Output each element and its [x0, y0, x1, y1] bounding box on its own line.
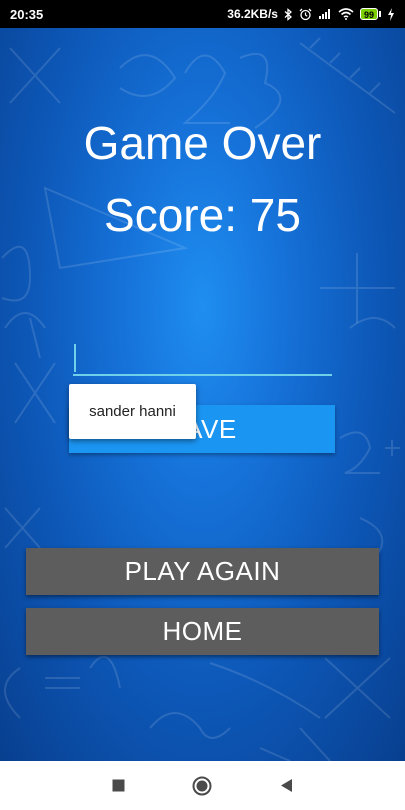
wifi-icon [338, 8, 354, 20]
text-cursor [74, 344, 76, 372]
bluetooth-icon [284, 7, 293, 21]
alarm-icon [299, 8, 312, 21]
game-over-title: Game Over [83, 117, 322, 169]
autofill-suggestion[interactable]: sander hanni [69, 384, 196, 439]
back-button[interactable] [256, 761, 316, 810]
play-again-button[interactable]: PLAY AGAIN [26, 548, 379, 595]
net-speed: 36.2KB/s [227, 7, 278, 21]
signal-4g-icon [318, 8, 332, 20]
back-triangle-icon [280, 779, 292, 792]
home-circle-icon [192, 776, 212, 795]
recents-button[interactable] [88, 761, 148, 810]
recents-square-icon [112, 779, 124, 792]
nav-home-button[interactable] [172, 761, 232, 810]
status-time: 20:35 [10, 6, 44, 22]
battery-level: 99 [359, 8, 378, 20]
status-icons: 36.2KB/s 99 [227, 7, 395, 21]
score-label: Score: 75 [104, 189, 301, 241]
system-nav-bar [0, 761, 405, 810]
status-bar: 20:35 36.2KB/s 99 [0, 0, 405, 28]
player-name-input[interactable] [73, 342, 332, 376]
game-over-screen: Game Over Score: 75 SAVE sander hanni PL… [0, 28, 405, 761]
autofill-suggestion-label: sander hanni [89, 403, 176, 420]
battery-icon: 99 [359, 8, 381, 20]
charging-icon [387, 7, 395, 21]
home-button[interactable]: HOME [26, 608, 379, 655]
